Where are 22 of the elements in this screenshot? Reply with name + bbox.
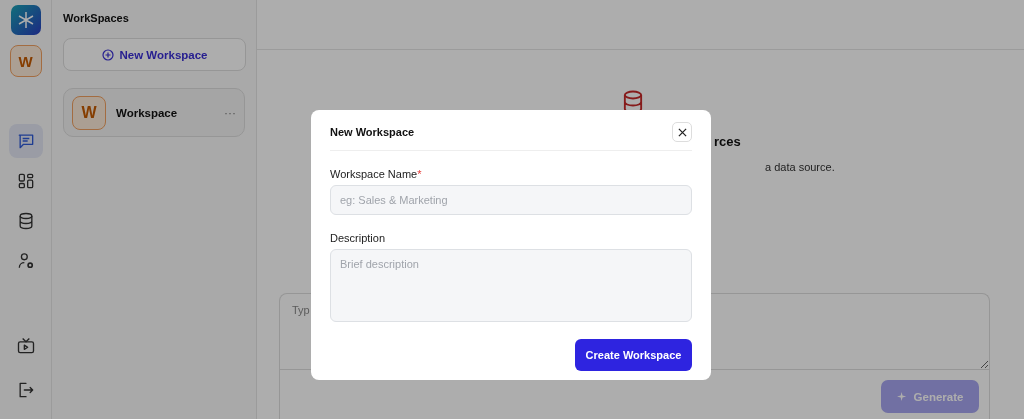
workspace-avatar[interactable]: W xyxy=(9,45,42,77)
field-label: Description xyxy=(330,232,387,244)
close-icon xyxy=(677,127,687,137)
field-label: Workspace Name* xyxy=(330,168,423,180)
empty-state-heading: rces xyxy=(714,134,741,149)
description-field[interactable]: Brief description xyxy=(330,249,692,322)
new-workspace-button[interactable]: New Workspace xyxy=(63,38,246,71)
chat-nav-button[interactable] xyxy=(8,124,43,158)
workspace-name: Workspace xyxy=(116,106,179,119)
dialog-title: New Workspace xyxy=(330,125,415,138)
name-field[interactable]: eg: Sales & Marketing xyxy=(330,185,692,215)
app-logo[interactable] xyxy=(10,5,41,35)
sidebar-title: WorkSpaces xyxy=(63,12,130,24)
more-button[interactable]: ··· xyxy=(224,105,236,120)
close-button[interactable] xyxy=(672,122,692,142)
workspace-avatar: W xyxy=(72,95,106,130)
sparkle-icon xyxy=(896,391,908,402)
tv-icon xyxy=(15,336,36,356)
plus-circle-icon xyxy=(101,48,114,61)
create-workspace-button[interactable]: Create Workspace xyxy=(575,339,692,371)
workspace-card[interactable]: W Workspace ··· xyxy=(63,88,245,137)
empty-state-text: a data source. xyxy=(765,161,835,173)
